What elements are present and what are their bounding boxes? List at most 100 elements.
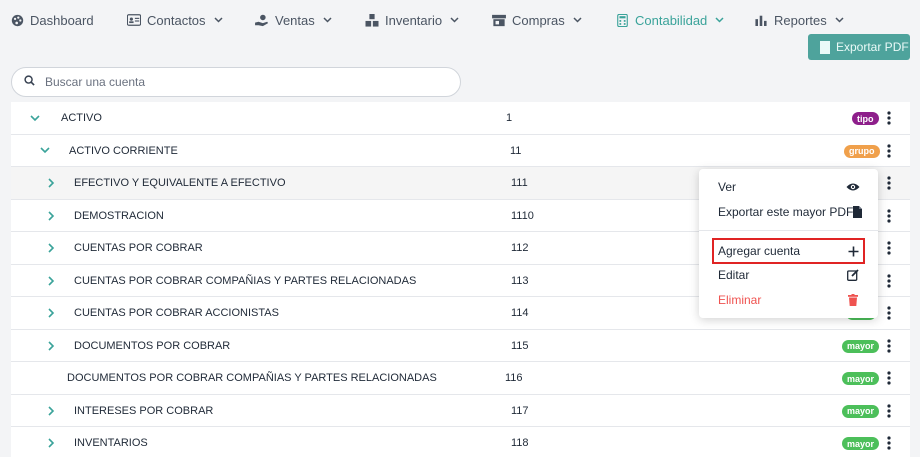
nav-item-compras[interactable]: Compras — [492, 0, 582, 40]
nav-label: Dashboard — [30, 12, 94, 28]
chevron-right-icon[interactable] — [48, 232, 55, 264]
table-row[interactable]: ACTIVO CORRIENTE 11 grupo — [11, 134, 910, 167]
nav-item-ventas[interactable]: Ventas — [255, 0, 332, 40]
chevron-right-icon[interactable] — [48, 265, 55, 297]
chevron-down-icon — [323, 16, 332, 25]
search-box — [11, 67, 461, 97]
account-code: 116 — [505, 372, 523, 384]
menu-item-ver[interactable]: Ver — [699, 176, 878, 198]
menu-item-eliminar[interactable]: Eliminar — [699, 289, 878, 311]
chevron-down-icon — [835, 16, 844, 25]
bar-chart-icon — [754, 13, 768, 27]
menu-item-label: Editar — [718, 268, 750, 282]
account-code: 112 — [511, 242, 529, 254]
menu-item-editar[interactable]: Editar — [699, 264, 878, 286]
account-name: DEMOSTRACION — [74, 209, 164, 222]
type-badge: tipo — [852, 112, 879, 125]
search-icon — [24, 73, 35, 91]
chevron-down-icon — [573, 16, 582, 25]
chevron-right-icon[interactable] — [48, 200, 55, 232]
ledger-badge: mayor — [842, 404, 880, 418]
menu-item-label: Ver — [718, 180, 737, 194]
ledger-badge: mayor — [842, 437, 880, 450]
nav-label: Ventas — [275, 12, 315, 28]
more-vertical-icon[interactable] — [881, 167, 897, 199]
menu-item-label: Eliminar — [718, 293, 762, 307]
eye-icon — [846, 180, 860, 194]
table-row[interactable]: ACTIVO 1 tipo — [11, 102, 910, 135]
ledger-badge: mayor — [842, 372, 880, 385]
account-code: 1110 — [511, 209, 534, 222]
account-name: CUENTAS POR COBRAR COMPAÑIAS Y PARTES RE… — [74, 274, 417, 287]
highlight-box — [712, 238, 865, 264]
chevron-right-icon[interactable] — [48, 330, 55, 362]
nav-label: Compras — [512, 12, 565, 28]
menu-item-exportar-mayor[interactable]: Exportar este mayor PDF — [699, 201, 878, 223]
more-vertical-icon[interactable] — [881, 362, 897, 394]
nav-label: Reportes — [774, 12, 827, 28]
nav-label: Contabilidad — [635, 12, 708, 28]
hand-dollar-icon — [255, 13, 269, 27]
palette-icon — [10, 13, 24, 27]
chevron-down-icon[interactable] — [40, 135, 50, 167]
account-name: ACTIVO CORRIENTE — [69, 144, 178, 157]
nav-item-inventario[interactable]: Inventario — [365, 0, 459, 40]
chevron-down-icon[interactable] — [30, 102, 40, 134]
file-pdf-icon — [820, 40, 830, 54]
account-name: CUENTAS POR COBRAR — [74, 242, 203, 254]
table-row[interactable]: INVENTARIOS 118 mayor — [11, 427, 910, 457]
more-vertical-icon[interactable] — [881, 102, 897, 134]
chevron-right-icon[interactable] — [48, 297, 55, 329]
nav-label: Contactos — [147, 12, 206, 28]
account-code: 117 — [511, 404, 529, 417]
table-row[interactable]: DOCUMENTOS POR COBRAR 115 mayor — [11, 329, 910, 362]
account-name: ACTIVO — [61, 112, 102, 124]
boxes-icon — [365, 13, 379, 27]
account-code: 115 — [511, 339, 529, 352]
nav-item-dashboard[interactable]: Dashboard — [10, 0, 94, 40]
account-name: DOCUMENTOS POR COBRAR COMPAÑIAS Y PARTES… — [67, 372, 437, 384]
more-vertical-icon[interactable] — [881, 232, 897, 264]
more-vertical-icon[interactable] — [881, 265, 897, 297]
account-name: INVENTARIOS — [74, 437, 148, 449]
table-row[interactable]: DOCUMENTOS POR COBRAR COMPAÑIAS Y PARTES… — [11, 362, 910, 395]
contact-card-icon — [127, 13, 141, 27]
nav-item-contactos[interactable]: Contactos — [127, 0, 223, 40]
nav-label: Inventario — [385, 12, 443, 28]
export-pdf-button[interactable]: Exportar PDF — [808, 34, 910, 60]
more-vertical-icon[interactable] — [881, 395, 897, 427]
chevron-down-icon — [715, 16, 724, 25]
chevron-right-icon[interactable] — [48, 427, 55, 457]
more-vertical-icon[interactable] — [881, 135, 897, 167]
chevron-right-icon[interactable] — [48, 167, 55, 199]
calculator-icon — [615, 13, 629, 27]
nav-item-contabilidad[interactable]: Contabilidad — [615, 0, 724, 40]
account-code: 1 — [506, 112, 513, 124]
file-icon — [850, 205, 864, 219]
more-vertical-icon[interactable] — [881, 330, 897, 362]
group-badge: grupo — [844, 144, 880, 158]
trash-icon — [846, 293, 860, 307]
chevron-right-icon[interactable] — [48, 395, 55, 427]
account-code: 118 — [511, 437, 529, 449]
table-row[interactable]: INTERESES POR COBRAR 117 mayor — [11, 394, 910, 427]
account-name: INTERESES POR COBRAR — [74, 404, 214, 417]
more-vertical-icon[interactable] — [881, 427, 897, 457]
account-code: 111 — [511, 177, 528, 189]
edit-icon — [846, 268, 860, 282]
export-pdf-label: Exportar PDF — [836, 40, 909, 54]
more-vertical-icon[interactable] — [881, 200, 897, 232]
account-name: CUENTAS POR COBRAR ACCIONISTAS — [74, 307, 279, 319]
account-name: EFECTIVO Y EQUIVALENTE A EFECTIVO — [74, 177, 286, 189]
more-vertical-icon[interactable] — [881, 297, 897, 329]
menu-divider — [699, 230, 878, 231]
chevron-down-icon — [214, 16, 223, 25]
account-code: 113 — [511, 274, 529, 287]
account-code: 114 — [511, 307, 529, 319]
store-icon — [492, 13, 506, 27]
ledger-badge: mayor — [842, 339, 880, 353]
menu-item-label: Exportar este mayor PDF — [718, 205, 854, 219]
account-code: 11 — [510, 144, 522, 157]
search-input[interactable] — [45, 75, 425, 89]
chevron-down-icon — [450, 16, 459, 25]
